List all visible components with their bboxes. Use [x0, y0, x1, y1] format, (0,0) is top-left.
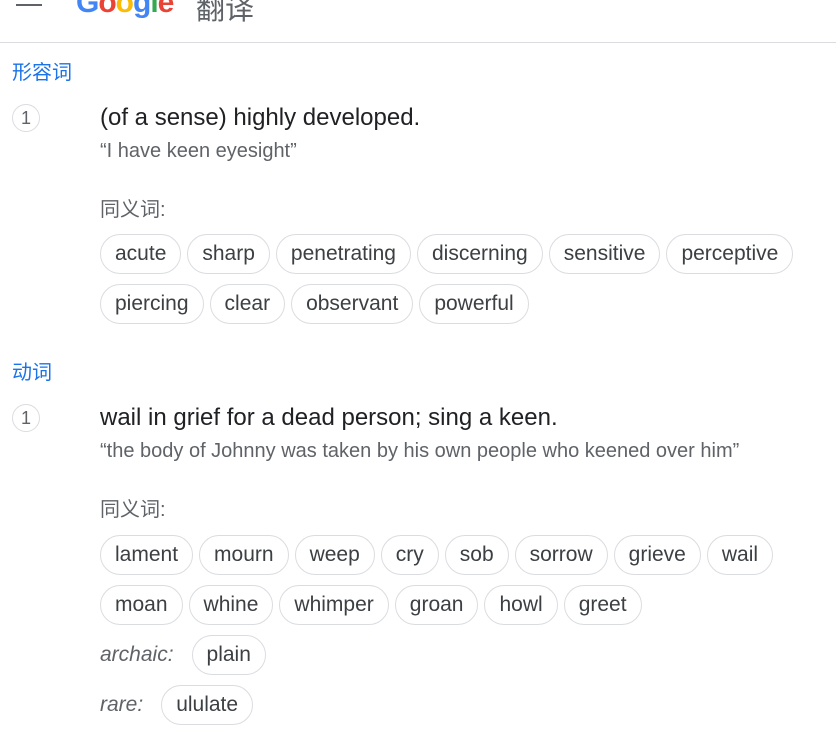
synonym-chip[interactable]: mourn	[199, 535, 289, 575]
synonym-chip[interactable]: clear	[209, 284, 286, 324]
synonym-chip[interactable]: sorrow	[514, 535, 608, 575]
product-name: 翻译	[196, 0, 255, 26]
synonym-chip-row: piercing clear observant powerful	[100, 284, 529, 324]
synonym-chip[interactable]: wail	[706, 535, 774, 575]
synonym-chip[interactable]: powerful	[419, 284, 529, 324]
synonyms-label: 同义词:	[100, 199, 166, 221]
synonym-chip[interactable]: whimper	[279, 585, 389, 625]
logo-letter: l	[150, 0, 158, 19]
definition-text: (of a sense) highly developed.	[100, 104, 421, 131]
logo-letter: e	[157, 0, 175, 19]
definition-text: wail in grief for a dead person; sing a …	[100, 404, 558, 431]
synonym-chip-row: moan whine whimper groan howl greet	[100, 585, 642, 625]
synonym-chip-row: acute sharp penetrating discerning sensitive…	[100, 234, 794, 274]
logo-letter: o	[115, 0, 134, 19]
logo-letter: g	[133, 0, 151, 19]
synonym-chip[interactable]: howl	[484, 585, 558, 625]
part-of-speech-label: 形容词	[12, 62, 72, 84]
google-logo[interactable]: Google	[76, 0, 175, 20]
synonym-chip[interactable]: perceptive	[666, 234, 794, 274]
sense-number: 1	[12, 404, 40, 432]
synonym-chip[interactable]: ululate	[161, 685, 254, 725]
hamburger-menu-icon[interactable]	[16, 0, 42, 6]
synonym-chip[interactable]: discerning	[417, 234, 543, 274]
synonym-chip[interactable]: groan	[394, 585, 479, 625]
synonym-chip[interactable]: whine	[188, 585, 274, 625]
synonym-chip[interactable]: grieve	[613, 535, 701, 575]
example-sentence: “I have keen eyesight”	[100, 140, 297, 162]
synonym-chip[interactable]: observant	[291, 284, 414, 324]
synonym-chip[interactable]: sharp	[187, 234, 270, 274]
archaic-synonym-row: archaic: plain	[100, 635, 266, 675]
synonym-chip-row: lament mourn weep cry sob sorrow grieve wail	[100, 535, 774, 575]
synonym-chip[interactable]: penetrating	[275, 234, 411, 274]
synonym-chip[interactable]: lament	[100, 535, 194, 575]
part-of-speech-label: 动词	[12, 362, 52, 384]
example-sentence: “the body of Johnny was taken by his own…	[100, 440, 740, 462]
top-bar: Google 翻译	[0, 0, 836, 43]
synonym-chip[interactable]: acute	[100, 234, 182, 274]
synonym-chip[interactable]: piercing	[100, 284, 204, 324]
qualifier-label: archaic:	[100, 643, 174, 666]
logo-letter: o	[98, 0, 116, 19]
synonym-chip[interactable]: moan	[100, 585, 183, 625]
synonym-chip[interactable]: weep	[294, 535, 375, 575]
synonym-chip[interactable]: sob	[444, 535, 509, 575]
synonym-chip[interactable]: greet	[563, 585, 642, 625]
sense-number: 1	[12, 104, 40, 132]
synonym-chip[interactable]: sensitive	[548, 234, 661, 274]
synonyms-label: 同义词:	[100, 499, 166, 521]
synonym-chip[interactable]: cry	[380, 535, 439, 575]
qualifier-label: rare:	[100, 693, 144, 716]
rare-synonym-row: rare: ululate	[100, 685, 254, 725]
logo-letter: G	[76, 0, 99, 19]
synonym-chip[interactable]: plain	[191, 635, 266, 675]
